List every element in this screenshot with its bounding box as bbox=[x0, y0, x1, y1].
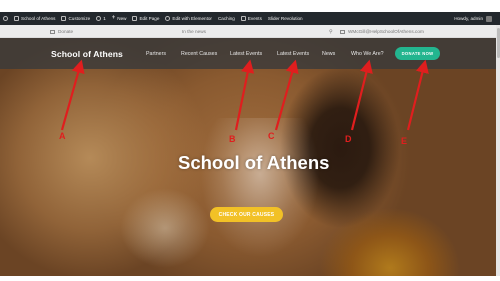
annotation-label-a: A bbox=[59, 131, 66, 141]
annotation-label-d: D bbox=[345, 134, 352, 144]
arrow-d bbox=[350, 59, 373, 131]
arrow-a bbox=[60, 59, 85, 131]
arrow-b bbox=[234, 59, 255, 131]
annotation-label-c: C bbox=[268, 131, 275, 141]
annotation-label-b: B bbox=[229, 134, 236, 144]
annotation-layer bbox=[60, 59, 429, 131]
arrow-e bbox=[406, 59, 429, 131]
arrow-c bbox=[274, 59, 299, 131]
annotation-label-e: E bbox=[401, 136, 408, 146]
